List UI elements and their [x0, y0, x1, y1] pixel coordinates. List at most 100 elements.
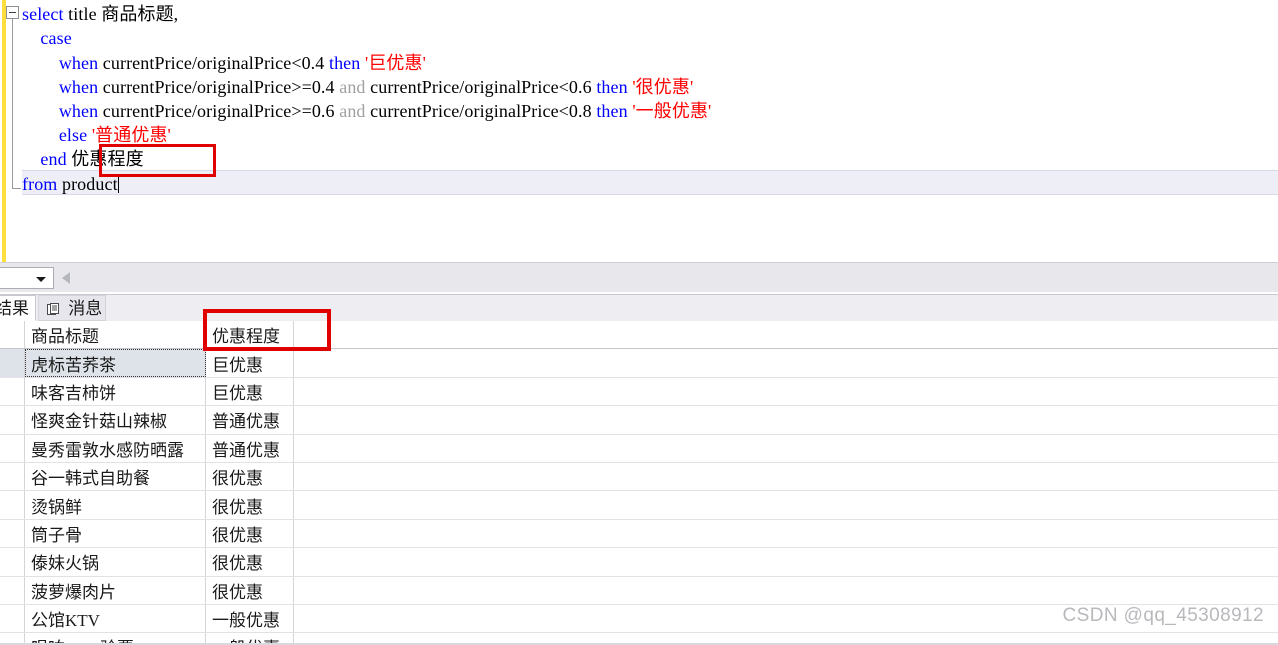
results-tab-bar: 结果 消息: [0, 295, 1278, 322]
code-token: from: [22, 174, 58, 194]
code-token: currentPrice/originalPrice<0.8: [365, 101, 597, 121]
cell-filler: [294, 463, 1278, 490]
code-line-4: when currentPrice/originalPrice>=0.4 and…: [22, 75, 693, 99]
chevron-down-icon: [36, 277, 46, 282]
table-row[interactable]: 怪爽金针菇山辣椒 普通优惠: [0, 406, 1278, 435]
cell-discount-level[interactable]: 巨优惠: [206, 377, 294, 406]
grid-header-row: 商品标题 优惠程度: [0, 321, 1278, 350]
text-caret: [117, 176, 119, 193]
code-token: currentPrice/originalPrice<0.6: [365, 77, 597, 97]
code-token: '很优惠': [632, 77, 694, 97]
results-grid[interactable]: 商品标题 优惠程度 虎标苦荞茶 巨优惠 味客吉柿饼 巨优惠 怪爽金针菇山辣椒 普通优惠 曼秀…: [0, 321, 1278, 645]
cell-filler: [294, 349, 1278, 376]
cell-discount-level[interactable]: 很优惠: [206, 462, 294, 491]
code-line-2: case: [22, 26, 72, 50]
cell-product-title[interactable]: 曼秀雷敦水感防晒露: [25, 434, 206, 462]
row-header-cell[interactable]: [0, 576, 25, 604]
code-token: currentPrice/originalPrice>=0.6: [98, 101, 340, 121]
code-token: currentPrice/originalPrice<0.4: [98, 53, 329, 73]
sql-code-editor[interactable]: select title 商品标题, case when currentPric…: [0, 0, 1278, 262]
grid-column-header-title[interactable]: 商品标题: [25, 321, 206, 349]
code-token: when: [58, 53, 99, 73]
cell-filler: [294, 577, 1278, 604]
code-line-7: end 优惠程度: [22, 147, 144, 171]
cell-discount-level[interactable]: 很优惠: [206, 519, 294, 548]
tab-messages[interactable]: 消息: [38, 295, 106, 321]
row-header-cell[interactable]: [0, 548, 25, 576]
cell-discount-level[interactable]: 巨优惠: [206, 349, 294, 377]
table-row[interactable]: 谷一韩式自助餐 很优惠: [0, 462, 1278, 492]
cell-product-title[interactable]: 烫锅鲜: [25, 491, 206, 519]
cell-discount-level[interactable]: 很优惠: [206, 491, 294, 519]
code-token: select: [22, 4, 64, 24]
table-row[interactable]: 曼秀雷敦水感防晒露 普通优惠: [0, 434, 1278, 463]
row-header-cell[interactable]: [0, 406, 25, 434]
cell-product-title[interactable]: 傣妹火锅: [25, 548, 206, 576]
row-header-cell[interactable]: [0, 519, 25, 548]
table-row[interactable]: 筒子骨 很优惠: [0, 519, 1278, 549]
cell-discount-level[interactable]: 很优惠: [206, 548, 294, 576]
cell-discount-level[interactable]: 很优惠: [206, 576, 294, 604]
grid-column-header-level[interactable]: 优惠程度: [206, 321, 294, 349]
table-row[interactable]: 烫锅鲜 很优惠: [0, 491, 1278, 520]
cell-discount-level[interactable]: 普通优惠: [206, 434, 294, 462]
cell-product-title[interactable]: 味客吉柿饼: [25, 377, 206, 406]
cell-filler: [294, 520, 1278, 547]
row-header-cell[interactable]: [0, 434, 25, 462]
message-icon: [47, 298, 60, 315]
code-line-5: when currentPrice/originalPrice>=0.6 and…: [22, 99, 711, 123]
tab-results[interactable]: 结果: [0, 295, 36, 321]
code-token: '巨优惠': [364, 53, 426, 73]
tab-messages-label: 消息: [68, 299, 103, 318]
grid-header-corner[interactable]: [0, 321, 25, 349]
scroll-left-button[interactable]: [58, 267, 78, 289]
grid-header-filler: [294, 321, 1278, 348]
cell-filler: [294, 435, 1278, 462]
code-token: currentPrice/originalPrice>=0.4: [98, 77, 340, 97]
code-token: '一般优惠': [632, 101, 712, 121]
code-token: then: [596, 77, 628, 97]
cell-discount-level[interactable]: 一般优惠: [206, 604, 294, 633]
code-token: and: [339, 101, 366, 121]
code-text-area[interactable]: select title 商品标题, case when currentPric…: [22, 0, 1278, 262]
code-outlining-end-marker: [12, 188, 21, 189]
cell-discount-level[interactable]: 普通优惠: [206, 406, 294, 434]
collapse-region-icon[interactable]: [6, 6, 19, 19]
cell-filler: [294, 548, 1278, 575]
code-token: then: [596, 101, 628, 121]
code-token: 优惠程度: [66, 149, 144, 169]
row-header-cell[interactable]: [0, 491, 25, 519]
table-row[interactable]: 虎标苦荞茶 巨优惠: [0, 349, 1278, 378]
cell-product-title[interactable]: 虎标苦荞茶: [25, 349, 206, 377]
code-token: '普通优惠': [91, 125, 171, 145]
code-line-1: select title 商品标题,: [22, 2, 178, 26]
row-header-cell[interactable]: [0, 604, 25, 633]
editor-footer-strip: %: [0, 262, 1278, 295]
cell-product-title[interactable]: 怪爽金针菇山辣椒: [25, 406, 206, 434]
code-token: product: [57, 174, 118, 194]
zoom-level-dropdown[interactable]: %: [0, 267, 54, 289]
row-header-cell[interactable]: [0, 377, 25, 406]
code-token: and: [339, 77, 366, 97]
table-row[interactable]: 傣妹火锅 很优惠: [0, 548, 1278, 577]
code-token: 商品标题,: [101, 4, 179, 24]
cell-product-title[interactable]: 公馆KTV: [25, 604, 206, 633]
cell-filler: [294, 406, 1278, 433]
code-token: case: [40, 28, 72, 48]
row-header-cell[interactable]: [0, 349, 25, 377]
cell-filler: [294, 378, 1278, 405]
table-row[interactable]: 味客吉柿饼 巨优惠: [0, 377, 1278, 407]
table-row[interactable]: 菠萝爆肉片 很优惠: [0, 576, 1278, 605]
cell-product-title[interactable]: 菠萝爆肉片: [25, 576, 206, 604]
row-header-cell[interactable]: [0, 462, 25, 491]
code-token: then: [328, 53, 361, 73]
cell-product-title[interactable]: 谷一韩式自助餐: [25, 462, 206, 491]
cell-product-title[interactable]: 筒子骨: [25, 519, 206, 548]
code-line-8: from product: [22, 172, 119, 196]
